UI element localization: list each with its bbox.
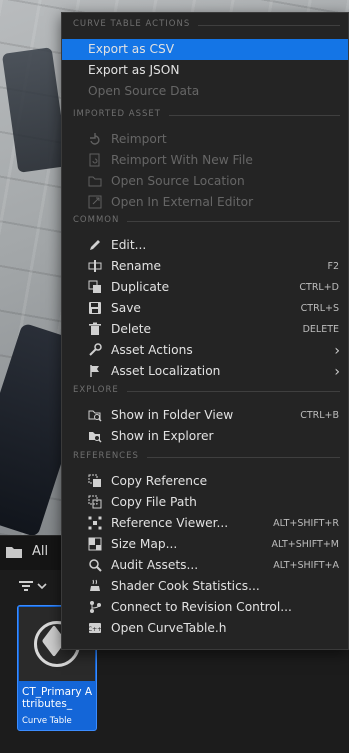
svg-text:C++: C++ <box>88 626 102 633</box>
menu-item-label: Save <box>111 301 141 315</box>
shortcut-label: CTRL+D <box>299 282 339 293</box>
menu-item-label: Show in Explorer <box>111 429 214 443</box>
reimport-icon <box>88 132 102 146</box>
menu-item-reimport: Reimport <box>62 129 348 150</box>
copy-reference-icon <box>88 474 102 488</box>
external-editor-icon <box>88 195 102 209</box>
section-header-label: IMPORTED ASSET <box>73 109 169 119</box>
menu-item-label: Rename <box>111 259 161 273</box>
revision-control-icon <box>88 600 102 614</box>
menu-item-label: Audit Assets... <box>111 558 199 572</box>
save-icon <box>88 301 102 315</box>
asset-name: CT_Primary Attributes_ <box>22 686 93 710</box>
shader-stats-icon <box>88 579 102 593</box>
menu-item-label: Open In External Editor <box>111 195 254 209</box>
menu-item-show-in-explorer[interactable]: Show in Explorer <box>62 426 348 447</box>
section-header-label: COMMON <box>73 215 128 225</box>
shortcut-label: ALT+SHIFT+R <box>273 518 339 529</box>
shortcut-label: ALT+SHIFT+A <box>273 560 339 571</box>
shortcut-label: CTRL+B <box>300 410 339 421</box>
filter-button[interactable] <box>18 578 52 598</box>
menu-item-label: Copy Reference <box>111 474 208 488</box>
menu-item-size-map[interactable]: Size Map... ALT+SHIFT+M <box>62 534 348 555</box>
menu-item-label: Export as CSV <box>88 42 175 56</box>
menu-item-edit[interactable]: Edit... <box>62 235 348 256</box>
shortcut-label: F2 <box>327 261 339 272</box>
section-header-label: EXPLORE <box>73 385 127 395</box>
menu-item-open-source-location: Open Source Location <box>62 171 348 192</box>
cpp-file-icon: C++ <box>88 621 102 635</box>
menu-item-label: Open Source Location <box>111 174 245 188</box>
menu-item-audit-assets[interactable]: Audit Assets... ALT+SHIFT+A <box>62 555 348 576</box>
menu-item-delete[interactable]: Delete DELETE <box>62 319 348 340</box>
menu-item-label: Open Source Data <box>88 84 200 98</box>
reimport-new-file-icon <box>88 153 102 167</box>
audit-icon <box>88 558 102 572</box>
menu-item-label: Duplicate <box>111 280 170 294</box>
copy-path-icon <box>88 495 102 509</box>
explorer-search-icon <box>88 429 102 443</box>
shortcut-label: ALT+SHIFT+M <box>271 539 339 550</box>
menu-item-connect-to-revision-control[interactable]: Connect to Revision Control... <box>62 597 348 618</box>
menu-item-label: Delete <box>111 322 152 336</box>
menu-item-open-source-data: Open Source Data <box>62 81 348 102</box>
menu-item-open-in-external-editor: Open In External Editor <box>62 192 348 213</box>
reference-viewer-icon <box>88 516 102 530</box>
flag-icon <box>88 364 102 378</box>
menu-item-export-as-json[interactable]: Export as JSON <box>62 60 348 81</box>
chevron-right-icon: › <box>334 364 340 380</box>
folder-icon[interactable] <box>6 545 22 558</box>
menu-item-label: Export as JSON <box>88 63 180 77</box>
asset-type: Curve Table <box>22 716 72 726</box>
menu-item-label: Reference Viewer... <box>111 516 229 530</box>
chevron-right-icon: › <box>334 343 340 359</box>
menu-item-rename[interactable]: Rename F2 <box>62 256 348 277</box>
section-header: COMMON <box>62 215 348 229</box>
section-header: IMPORTED ASSET <box>62 109 348 123</box>
menu-item-label: Asset Localization <box>111 364 221 378</box>
menu-item-label: Reimport With New File <box>111 153 253 167</box>
breadcrumb-all[interactable]: All <box>32 544 48 559</box>
menu-item-label: Show in Folder View <box>111 408 234 422</box>
section-header: REFERENCES <box>62 451 348 465</box>
menu-item-label: Size Map... <box>111 537 178 551</box>
folder-search-icon <box>88 408 102 422</box>
menu-item-save[interactable]: Save CTRL+S <box>62 298 348 319</box>
shortcut-label: CTRL+S <box>300 303 339 314</box>
shortcut-label: DELETE <box>302 324 339 335</box>
menu-item-shader-cook-statistics[interactable]: Shader Cook Statistics... <box>62 576 348 597</box>
size-map-icon <box>88 537 102 551</box>
menu-item-asset-localization[interactable]: Asset Localization › <box>62 361 348 382</box>
menu-item-open-curvetable-h[interactable]: C++ Open CurveTable.h <box>62 618 348 639</box>
menu-item-copy-reference[interactable]: Copy Reference <box>62 471 348 492</box>
filter-icon <box>19 581 47 591</box>
section-header: CURVE TABLE ACTIONS <box>62 19 348 33</box>
section-header: EXPLORE <box>62 385 348 399</box>
menu-item-label: Shader Cook Statistics... <box>111 579 260 593</box>
menu-item-asset-actions[interactable]: Asset Actions › <box>62 340 348 361</box>
menu-item-label: Copy File Path <box>111 495 197 509</box>
menu-item-show-in-folder-view[interactable]: Show in Folder View CTRL+B <box>62 405 348 426</box>
menu-item-label: Asset Actions <box>111 343 193 357</box>
menu-item-label: Reimport <box>111 132 167 146</box>
menu-item-reimport-with-new-file: Reimport With New File <box>62 150 348 171</box>
section-header-label: CURVE TABLE ACTIONS <box>73 19 199 29</box>
duplicate-icon <box>88 280 102 294</box>
menu-item-label: Edit... <box>111 238 147 252</box>
menu-item-label: Open CurveTable.h <box>111 621 227 635</box>
rename-icon <box>88 259 102 273</box>
trash-icon <box>88 322 102 336</box>
pencil-icon <box>88 238 102 252</box>
menu-item-export-as-csv[interactable]: Export as CSV <box>62 39 348 60</box>
scene-object <box>1 47 69 173</box>
section-header-label: REFERENCES <box>73 451 147 461</box>
wrench-icon <box>88 343 102 357</box>
menu-item-duplicate[interactable]: Duplicate CTRL+D <box>62 277 348 298</box>
menu-item-label: Connect to Revision Control... <box>111 600 292 614</box>
context-menu: CURVE TABLE ACTIONS Export as CSV Export a… <box>61 12 349 650</box>
menu-item-reference-viewer[interactable]: Reference Viewer... ALT+SHIFT+R <box>62 513 348 534</box>
open-folder-icon <box>88 174 102 188</box>
menu-item-copy-file-path[interactable]: Copy File Path <box>62 492 348 513</box>
